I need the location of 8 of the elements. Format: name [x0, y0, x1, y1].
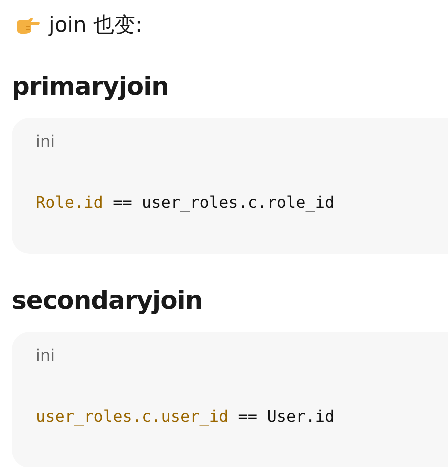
code-line: Role.id == user_roles.c.role_id	[36, 193, 336, 212]
section-heading: primaryjoin	[12, 71, 170, 103]
pointing-hand-icon	[15, 15, 41, 35]
intro-text: join 也变:	[49, 12, 143, 39]
code-line: user_roles.c.user_id == User.id	[36, 407, 336, 426]
code-language-label: ini	[36, 132, 56, 151]
code-language-label: ini	[36, 346, 56, 365]
section-heading: secondaryjoin	[12, 285, 204, 317]
